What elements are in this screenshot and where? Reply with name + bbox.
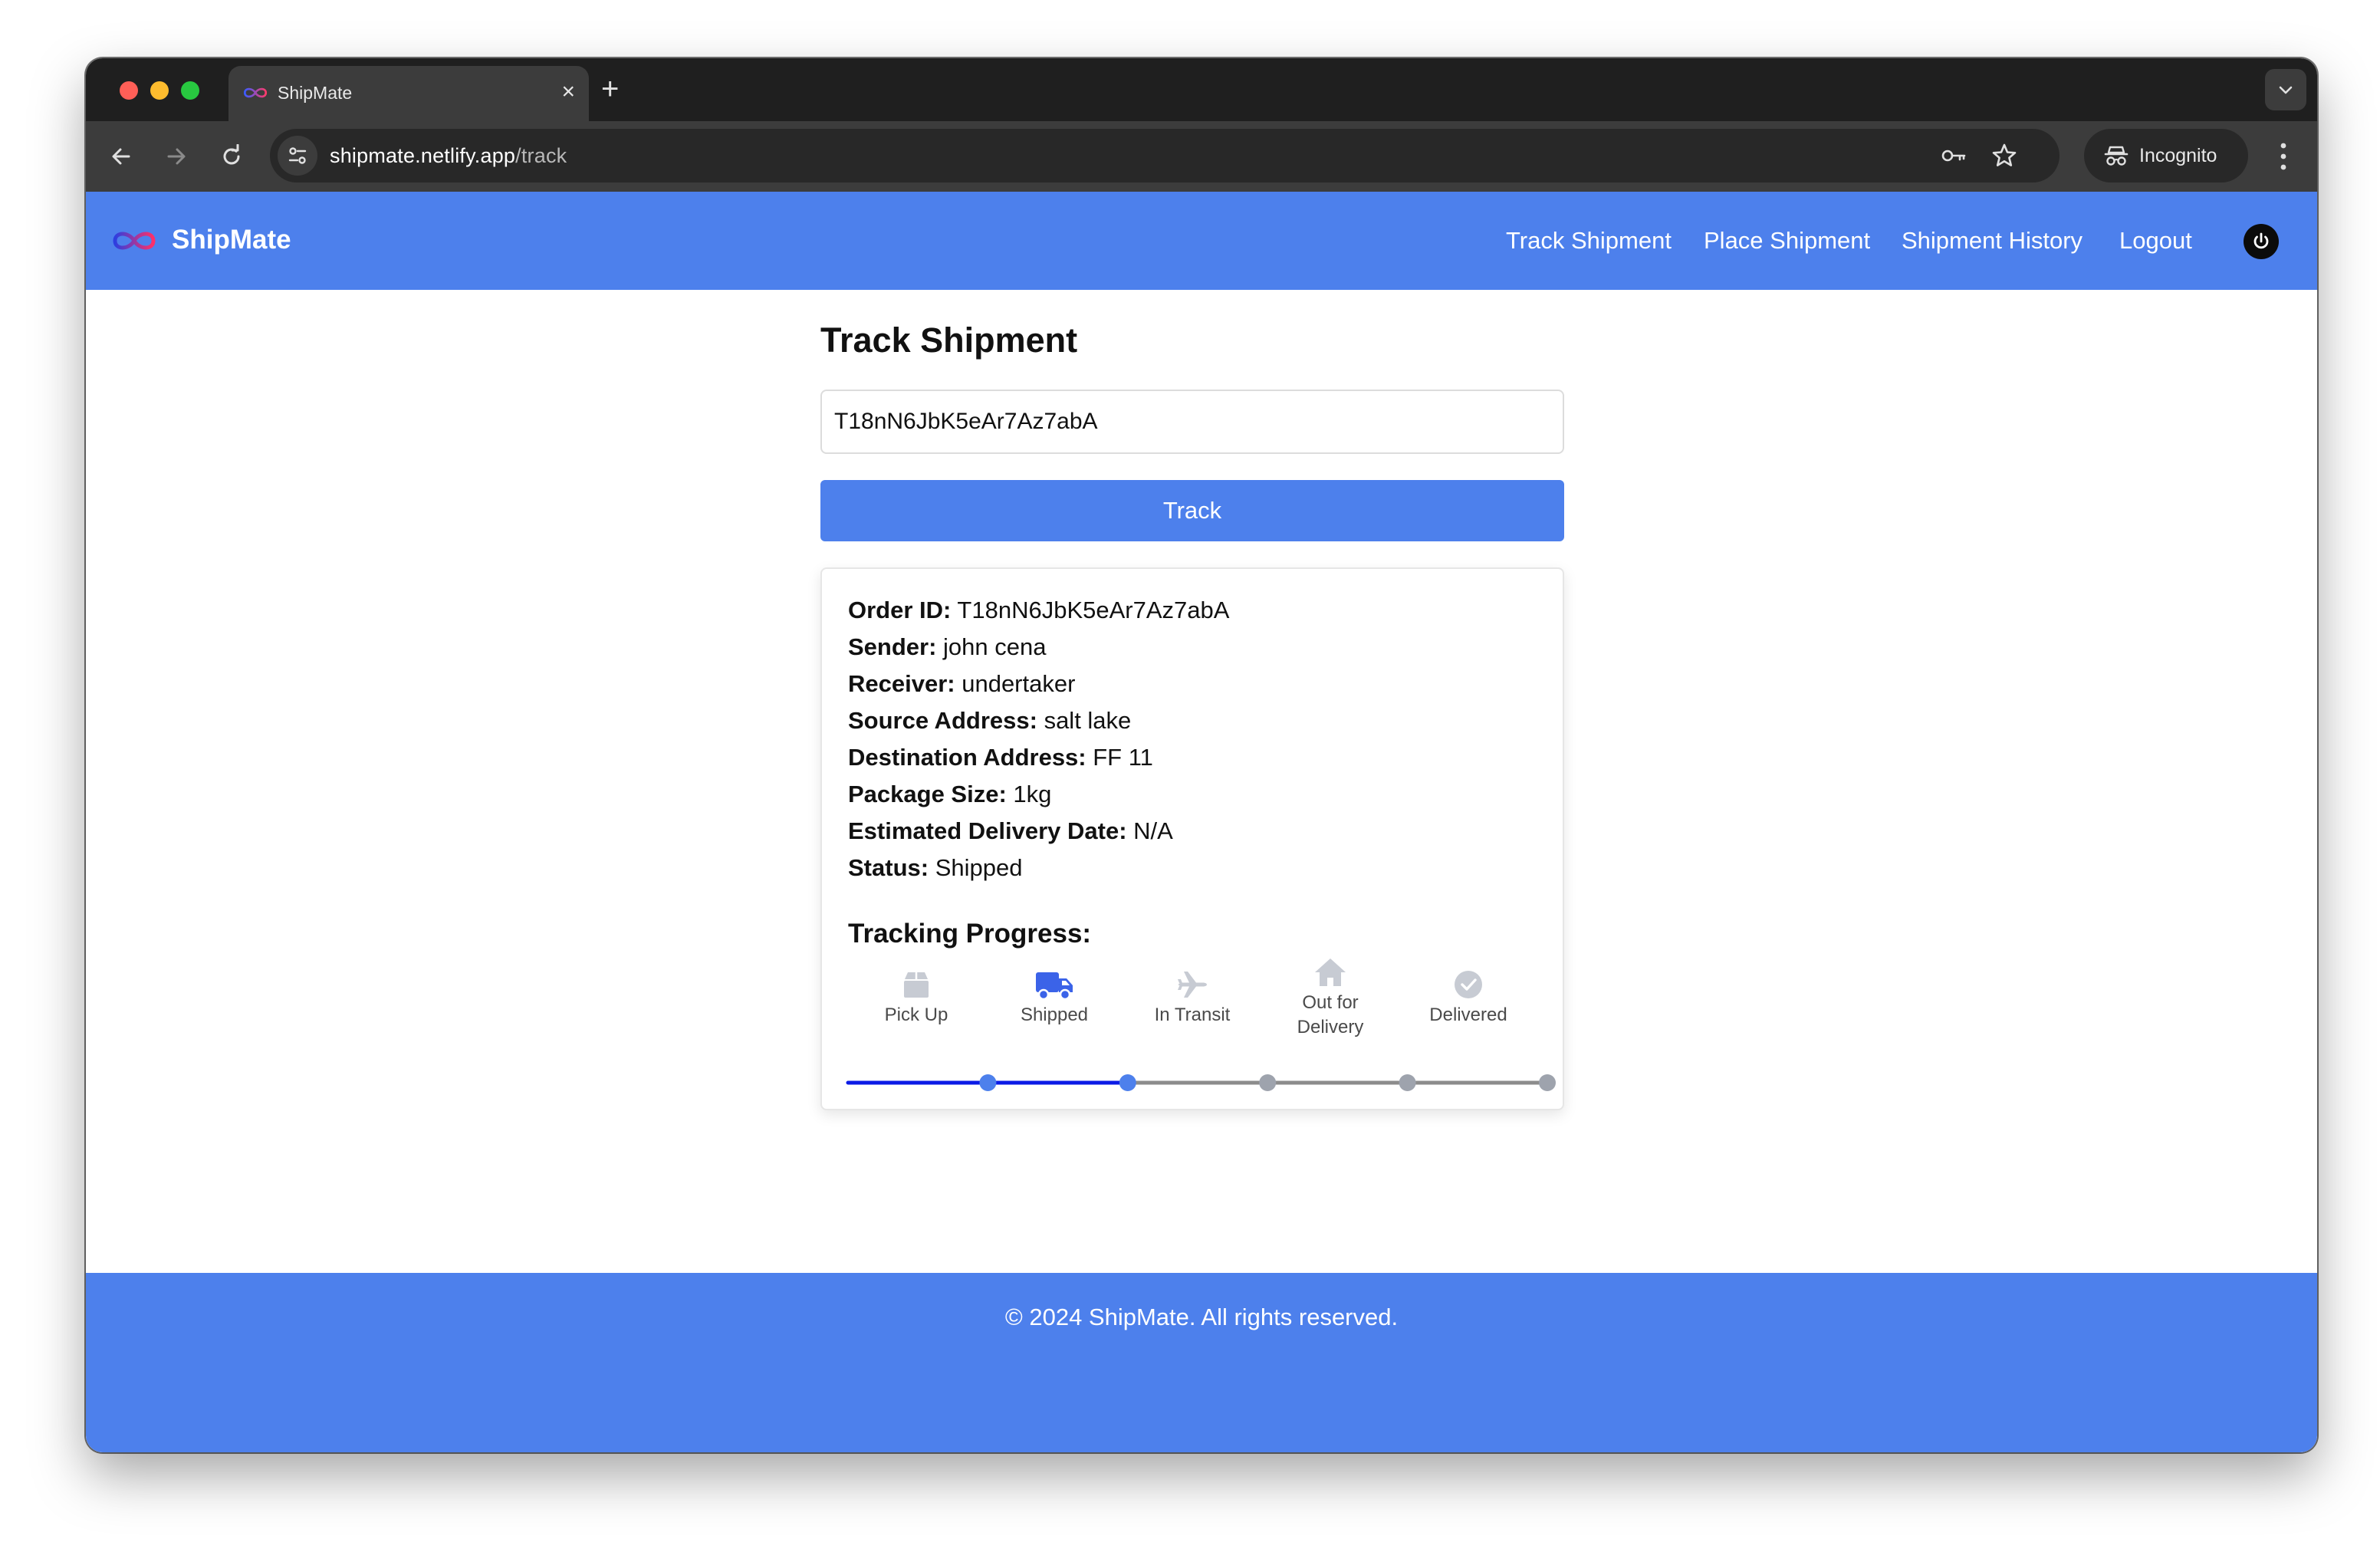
track-button[interactable]: Track — [820, 480, 1564, 541]
detail-label: Package Size: — [848, 781, 1007, 807]
detail-value: T18nN6JbK5eAr7Az7abA — [957, 597, 1230, 623]
tab-search-chevron-icon[interactable] — [2265, 69, 2306, 110]
step-label: Shipped — [1020, 1005, 1089, 1025]
detail-value: 1kg — [1013, 781, 1052, 807]
detail-status: Status: Shipped — [848, 854, 1022, 882]
detail-value: FF 11 — [1093, 744, 1153, 771]
detail-value: undertaker — [962, 670, 1076, 697]
tab-bar: ShipMate × + — [86, 58, 2317, 121]
tracking-step-in-transit: In Transit — [1135, 968, 1250, 1028]
nav-link-place-shipment[interactable]: Place Shipment — [1704, 227, 1870, 255]
detail-label: Order ID: — [848, 597, 952, 623]
url-path: /track — [515, 144, 567, 167]
tracking-progress-bar — [846, 1074, 1556, 1091]
browser-tab[interactable]: ShipMate × — [228, 66, 589, 121]
tracking-id-input[interactable] — [820, 390, 1564, 454]
maximize-window-button[interactable] — [181, 81, 199, 100]
url-host: shipmate.netlify.app — [330, 144, 516, 167]
page-footer: © 2024 ShipMate. All rights reserved. — [86, 1273, 2317, 1452]
detail-value: salt lake — [1044, 707, 1132, 734]
more-menu-icon[interactable] — [2276, 140, 2291, 173]
step-label: Delivered — [1429, 1005, 1507, 1025]
detail-package-size: Package Size: 1kg — [848, 781, 1051, 808]
url-text: shipmate.netlify.app/track — [330, 144, 567, 168]
progress-step-dot — [1259, 1074, 1277, 1091]
address-bar[interactable]: shipmate.netlify.app/track — [270, 129, 2059, 182]
truck-icon — [1036, 972, 1073, 1001]
close-window-button[interactable] — [120, 81, 138, 100]
incognito-label: Incognito — [2139, 145, 2217, 166]
progress-step-dot — [979, 1074, 997, 1091]
step-label: Pick Up — [884, 1005, 948, 1025]
password-key-icon[interactable] — [1940, 142, 1967, 169]
footer-copyright: © 2024 ShipMate. All rights reserved. — [1004, 1304, 1399, 1330]
detail-label: Destination Address: — [848, 744, 1086, 771]
tracking-progress-title: Tracking Progress: — [848, 919, 1092, 949]
page-title: Track Shipment — [820, 321, 1078, 360]
browser-window: ShipMate × + shipmate.netlify.app/track … — [86, 58, 2317, 1452]
detail-destination-address: Destination Address: FF 11 — [848, 744, 1153, 771]
web-page: ShipMate Track Shipment Place Shipment S… — [86, 192, 2317, 1452]
check-circle-icon — [1455, 971, 1482, 998]
airplane-icon — [1178, 972, 1207, 998]
tracking-step-out-for-delivery: Out for Delivery — [1273, 955, 1388, 1040]
detail-value: Shipped — [935, 854, 1023, 881]
tracking-step-delivered: Delivered — [1411, 968, 1526, 1028]
nav-link-shipment-history[interactable]: Shipment History — [1902, 227, 2082, 255]
progress-step-dot — [1539, 1074, 1556, 1091]
reload-icon[interactable] — [213, 138, 250, 175]
detail-label: Sender: — [848, 633, 937, 660]
site-settings-icon[interactable] — [278, 136, 317, 176]
incognito-badge[interactable]: Incognito — [2084, 129, 2248, 182]
bookmark-star-icon[interactable] — [1990, 142, 2018, 169]
detail-label: Receiver: — [848, 670, 955, 697]
back-arrow-icon[interactable] — [103, 138, 140, 175]
step-label: In Transit — [1154, 1005, 1231, 1025]
detail-value: john cena — [943, 633, 1047, 660]
incognito-icon — [2104, 146, 2129, 166]
box-icon — [904, 972, 929, 998]
detail-sender: Sender: john cena — [848, 633, 1047, 661]
power-icon[interactable] — [2244, 224, 2279, 259]
shipmate-favicon-icon — [243, 87, 268, 98]
detail-label: Estimated Delivery Date: — [848, 817, 1127, 844]
shipment-details-card: Order ID: T18nN6JbK5eAr7Az7abA Sender: j… — [820, 567, 1564, 1110]
tab-title: ShipMate — [278, 83, 353, 103]
new-tab-button[interactable]: + — [601, 74, 619, 104]
progress-step-dot — [1399, 1074, 1416, 1091]
shipmate-logo-icon[interactable] — [110, 225, 158, 256]
progress-step-dot — [1119, 1074, 1136, 1091]
nav-link-logout[interactable]: Logout — [2119, 227, 2192, 255]
app-navbar: ShipMate Track Shipment Place Shipment S… — [86, 192, 2317, 290]
detail-label: Source Address: — [848, 707, 1037, 734]
browser-toolbar: shipmate.netlify.app/track Incognito — [86, 121, 2317, 192]
minimize-window-button[interactable] — [150, 81, 169, 100]
tab-close-icon[interactable]: × — [561, 77, 575, 107]
brand-name[interactable]: ShipMate — [172, 225, 291, 255]
forward-arrow-icon[interactable] — [158, 138, 195, 175]
detail-order-id: Order ID: T18nN6JbK5eAr7Az7abA — [848, 597, 1229, 624]
step-label: Out for Delivery — [1297, 992, 1364, 1037]
nav-link-track-shipment[interactable]: Track Shipment — [1506, 227, 1672, 255]
detail-label: Status: — [848, 854, 929, 881]
detail-value: N/A — [1133, 817, 1173, 844]
detail-source-address: Source Address: salt lake — [848, 707, 1131, 735]
detail-receiver: Receiver: undertaker — [848, 670, 1075, 698]
detail-estimated-delivery-date: Estimated Delivery Date: N/A — [848, 817, 1173, 845]
tracking-step-pick-up: Pick Up — [859, 968, 974, 1028]
house-icon — [1315, 958, 1346, 986]
tracking-step-shipped: Shipped — [997, 968, 1112, 1028]
